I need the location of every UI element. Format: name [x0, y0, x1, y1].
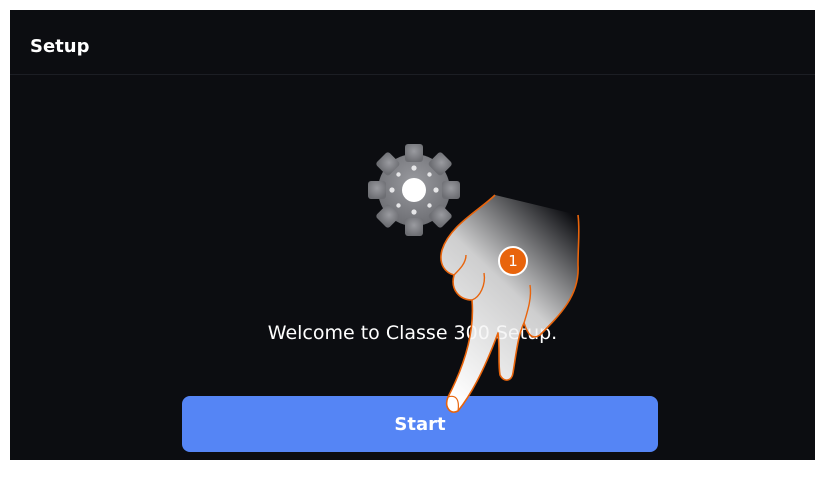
page-title: Setup — [30, 36, 90, 57]
step-number-badge: 1 — [498, 246, 528, 276]
setup-screen: Setup Welcome to Classe 300 Setup. Start… — [10, 10, 815, 460]
header-bar: Setup — [10, 10, 815, 75]
start-button[interactable]: Start — [182, 396, 658, 452]
gear-icon — [368, 144, 460, 236]
welcome-message: Welcome to Classe 300 Setup. — [267, 322, 558, 344]
